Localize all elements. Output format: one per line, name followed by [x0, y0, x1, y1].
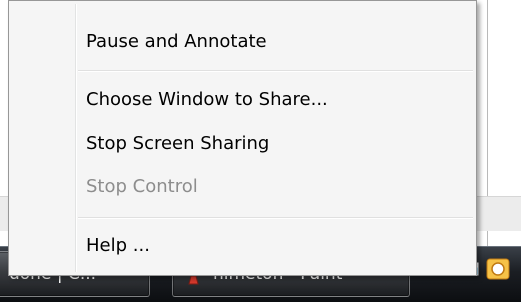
- menu-item-stop-screen-sharing[interactable]: Stop Screen Sharing: [12, 126, 473, 162]
- menu-item-help[interactable]: Help ...: [12, 228, 473, 264]
- menu-item-stop-control: Stop Control: [86, 176, 198, 197]
- menu-separator: [78, 70, 473, 72]
- context-menu: Pause and Annotate Choose Window to Shar…: [8, 0, 477, 276]
- menu-item-pause-and-annotate[interactable]: Pause and Annotate: [12, 24, 473, 60]
- menu-separator: [78, 217, 473, 219]
- chat-icon[interactable]: [486, 257, 510, 281]
- menu-item-choose-window-to-share[interactable]: Choose Window to Share...: [12, 82, 473, 118]
